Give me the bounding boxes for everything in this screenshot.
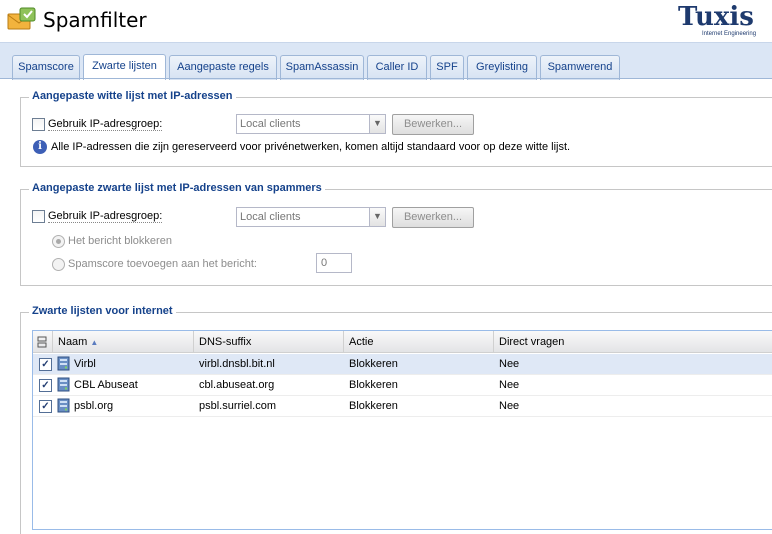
blacklist-legend: Aangepaste zwarte lijst met IP-adressen … [29, 182, 325, 194]
column-header-naam[interactable]: Naam ▲ [53, 331, 194, 353]
table-row[interactable]: ✓ Virbl virbl.dnsbl.bit.nl Blokkeren Nee [33, 354, 772, 375]
column-header-dns-suffix[interactable]: DNS-suffix [194, 331, 344, 353]
row-dns-suffix: psbl.surriel.com [199, 400, 277, 412]
chevron-down-icon[interactable]: ▼ [369, 115, 385, 133]
whitelist-use-group-checkbox[interactable] [32, 118, 45, 131]
internet-legend: Zwarte lijsten voor internet [29, 305, 176, 317]
tab-strip: Spamscore Zwarte lijsten Aangepaste rege… [0, 42, 772, 80]
select-all-checkbox-header[interactable] [33, 331, 53, 353]
spamfilter-envelope-icon [7, 7, 36, 30]
row-direct: Nee [499, 358, 520, 370]
blacklist-use-group-checkbox[interactable] [32, 210, 45, 223]
whitelist-group-value: Local clients [240, 118, 301, 130]
chevron-down-icon[interactable]: ▼ [369, 208, 385, 226]
add-spamscore-label: Spamscore toevoegen aan het bericht: [68, 258, 257, 270]
tab-aangepaste-regels[interactable]: Aangepaste regels [169, 55, 277, 80]
app-title: Spamfilter [43, 8, 147, 32]
column-header-direct-vragen[interactable]: Direct vragen [494, 331, 772, 353]
whitelist-info-text: Alle IP-adressen die zijn gereserveerd v… [51, 141, 571, 153]
blacklist-fieldset: Aangepaste zwarte lijst met IP-adressen … [20, 182, 772, 286]
app-header: Spamfilter Tuxis Internet Engineering [0, 0, 772, 42]
row-dns-suffix: cbl.abuseat.org [199, 379, 275, 391]
spamscore-field[interactable]: 0 [316, 253, 352, 273]
row-action: Blokkeren [349, 400, 398, 412]
table-row[interactable]: ✓ CBL Abuseat cbl.abuseat.org Blokkeren … [33, 375, 772, 396]
row-direct: Nee [499, 379, 520, 391]
select-all-icon [37, 336, 47, 348]
block-message-radio[interactable] [52, 235, 65, 248]
tuxis-logo: Tuxis Internet Engineering [678, 2, 758, 40]
blacklist-use-group-label: Gebruik IP-adresgroep: [48, 210, 163, 223]
tab-caller-id[interactable]: Caller ID [367, 55, 427, 80]
logo-subtitle: Internet Engineering [702, 31, 757, 37]
grid-header: Naam ▲ DNS-suffix Actie Direct vragen [33, 331, 772, 353]
row-action: Blokkeren [349, 379, 398, 391]
whitelist-group-select[interactable]: Local clients ▼ [236, 114, 386, 134]
tab-spamassassin[interactable]: SpamAssassin [280, 55, 364, 80]
column-header-actie[interactable]: Actie [344, 331, 494, 353]
info-icon: i [33, 140, 47, 154]
whitelist-fieldset: Aangepaste witte lijst met IP-adressen G… [20, 90, 772, 167]
row-direct: Nee [499, 400, 520, 412]
row-checkbox[interactable]: ✓ [39, 358, 52, 371]
logo-text: Tuxis [678, 2, 754, 32]
row-name: CBL Abuseat [74, 379, 138, 391]
blacklist-group-value: Local clients [240, 211, 301, 223]
tab-greylisting[interactable]: Greylisting [467, 55, 537, 80]
sort-ascending-icon: ▲ [90, 338, 99, 347]
tab-zwarte-lijsten[interactable]: Zwarte lijsten [83, 54, 166, 80]
blacklist-edit-button[interactable]: Bewerken... [392, 207, 474, 228]
column-naam-label: Naam [58, 336, 88, 348]
tab-divider [0, 78, 772, 79]
row-dns-suffix: virbl.dnsbl.bit.nl [199, 358, 275, 370]
row-checkbox[interactable]: ✓ [39, 400, 52, 413]
blacklist-grid: Naam ▲ DNS-suffix Actie Direct vragen ✓ V… [32, 330, 772, 530]
whitelist-use-group-label: Gebruik IP-adresgroep: [48, 118, 163, 131]
add-spamscore-radio[interactable] [52, 258, 65, 271]
table-row[interactable]: ✓ psbl.org psbl.surriel.com Blokkeren Ne… [33, 396, 772, 417]
row-name: psbl.org [74, 400, 114, 412]
blacklist-group-select[interactable]: Local clients ▼ [236, 207, 386, 227]
block-message-label: Het bericht blokkeren [68, 235, 172, 247]
tab-spamscore[interactable]: Spamscore [12, 55, 80, 80]
tab-spamwerend[interactable]: Spamwerend [540, 55, 620, 80]
row-checkbox[interactable]: ✓ [39, 379, 52, 392]
row-name: Virbl [74, 358, 96, 370]
row-action: Blokkeren [349, 358, 398, 370]
tab-spf[interactable]: SPF [430, 55, 464, 80]
whitelist-legend: Aangepaste witte lijst met IP-adressen [29, 90, 236, 102]
whitelist-edit-button[interactable]: Bewerken... [392, 114, 474, 135]
